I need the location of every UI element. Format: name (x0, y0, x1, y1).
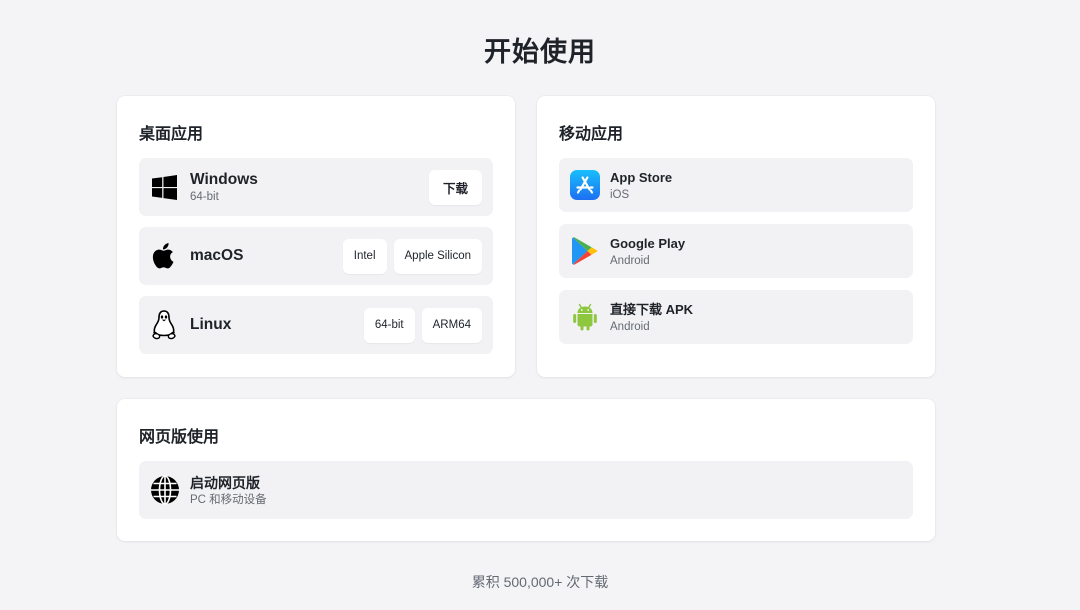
linux-row: Linux 64-bit ARM64 (139, 296, 493, 354)
windows-arch: 64-bit (190, 190, 219, 203)
desktop-apps-title: 桌面应用 (139, 126, 204, 143)
windows-download-button[interactable]: 下载 (428, 169, 482, 205)
web-app-title: 网页版使用 (139, 429, 220, 446)
windows-row: Windows 64-bit 下载 (139, 158, 493, 216)
globe-icon (150, 475, 180, 505)
linux-64bit-button[interactable]: 64-bit (363, 307, 415, 343)
page-title: 开始使用 (484, 37, 596, 67)
windows-icon (151, 174, 177, 200)
apple-icon (151, 243, 177, 269)
mobile-apps-title: 移动应用 (559, 126, 624, 143)
download-count: 累积 500,000+ 次下载 (471, 574, 609, 590)
windows-label: Windows (190, 170, 258, 188)
launch-web-row[interactable]: 启动网页版 PC 和移动设备 (139, 461, 913, 519)
google-play-row[interactable]: Google Play Android (559, 224, 913, 278)
macos-label: macOS (190, 247, 244, 264)
macos-row: macOS Intel Apple Silicon (139, 227, 493, 285)
desktop-apps-card: 桌面应用 Windows 64-bit 下载 macOS Intel Apple… (117, 96, 515, 377)
google-play-label: Google Play (610, 235, 686, 251)
app-store-icon (570, 170, 600, 200)
apk-download-label: 直接下载 APK (610, 301, 694, 317)
linux-tux-icon (151, 310, 177, 340)
web-app-card: 网页版使用 启动网页版 PC 和移动设备 (117, 399, 935, 541)
launch-web-label: 启动网页版 (190, 474, 260, 491)
launch-web-devices: PC 和移动设备 (190, 493, 267, 506)
mobile-apps-card: 移动应用 App Store iOS Google Play Android 直… (537, 96, 935, 377)
apk-download-platform: Android (610, 320, 650, 333)
google-play-platform: Android (610, 254, 650, 267)
app-store-platform: iOS (610, 188, 630, 201)
google-play-icon (570, 236, 600, 266)
macos-intel-button[interactable]: Intel (342, 238, 387, 274)
macos-apple-silicon-button[interactable]: Apple Silicon (393, 238, 482, 274)
linux-arm64-button[interactable]: ARM64 (421, 307, 482, 343)
app-store-label: App Store (610, 169, 673, 185)
apk-download-row[interactable]: 直接下载 APK Android (559, 290, 913, 344)
linux-label: Linux (190, 316, 232, 333)
app-store-row[interactable]: App Store iOS (559, 158, 913, 212)
android-icon (570, 302, 600, 332)
